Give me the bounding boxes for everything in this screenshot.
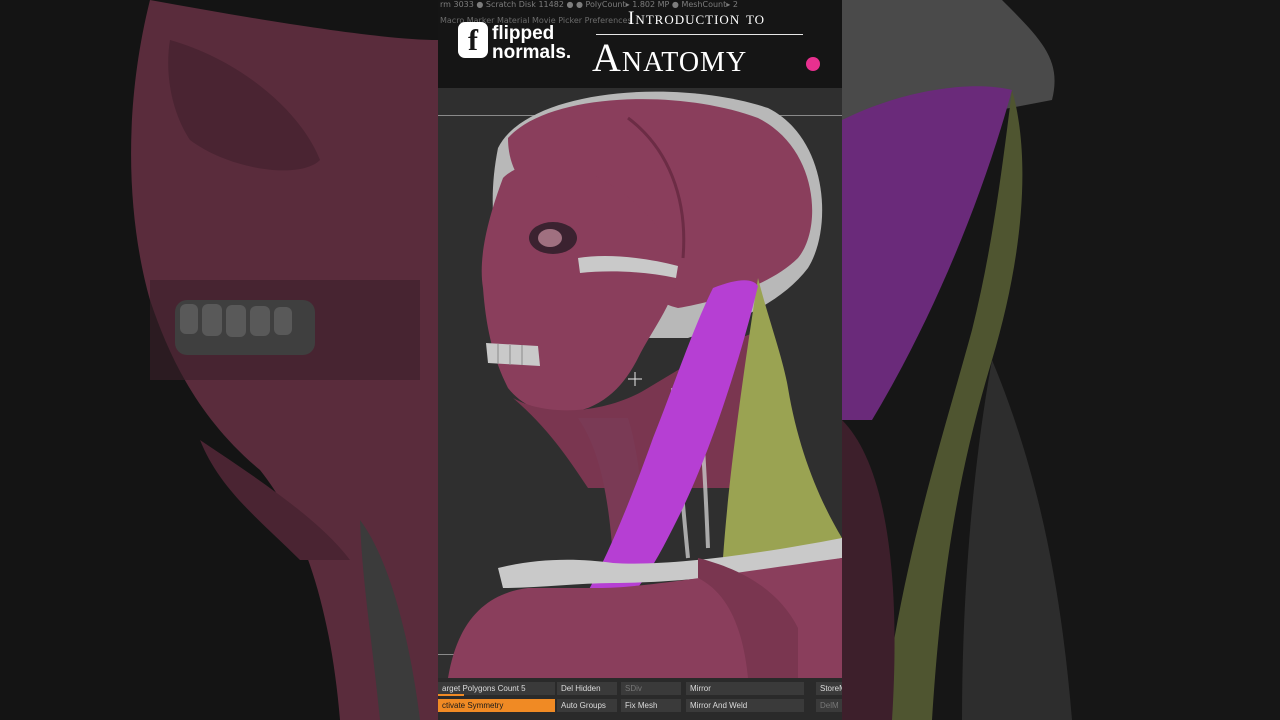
- sdiv-slider[interactable]: SDiv: [621, 682, 681, 695]
- flipped-normals-logo-icon: f: [458, 22, 488, 58]
- cursor-crosshair-icon: [628, 372, 642, 386]
- auto-groups-button[interactable]: Auto Groups: [557, 699, 617, 712]
- zbrush-viewport-window: rm 3033 ● Scratch Disk 11482 ● ● PolyCou…: [438, 0, 842, 720]
- 3d-viewport[interactable]: [438, 88, 842, 678]
- anatomy-model: [448, 91, 842, 678]
- mirror-and-weld-button[interactable]: Mirror And Weld: [686, 699, 804, 712]
- del-morph-button[interactable]: DelM: [816, 699, 842, 712]
- fix-mesh-button[interactable]: Fix Mesh: [621, 699, 681, 712]
- top-header-bar: rm 3033 ● Scratch Disk 11482 ● ● PolyCou…: [438, 0, 842, 88]
- left-background-art: [0, 0, 438, 720]
- right-background-blur: [842, 0, 1280, 720]
- logo-letter: f: [468, 24, 478, 57]
- course-title-line-1: Introduction to: [628, 8, 766, 29]
- logo-line-2: normals.: [492, 42, 572, 63]
- accent-dot: [806, 57, 820, 71]
- course-title-line-2: Anatomy: [592, 35, 748, 80]
- bottom-tool-panel: arget Polygons Count 5 Del Hidden SDiv M…: [438, 678, 842, 720]
- right-background-art: [842, 0, 1280, 720]
- left-background-blur: [0, 0, 438, 720]
- mirror-button[interactable]: Mirror: [686, 682, 804, 695]
- store-morph-button[interactable]: StoreM: [816, 682, 842, 695]
- flipped-normals-wordmark: flipped normals.: [492, 24, 571, 62]
- teeth: [486, 343, 540, 366]
- eye: [538, 229, 562, 247]
- target-polygons-fill: [438, 694, 464, 696]
- logo-line-1: flipped: [492, 23, 555, 44]
- del-hidden-button[interactable]: Del Hidden: [557, 682, 617, 695]
- activate-symmetry-button[interactable]: ctivate Symmetry: [438, 699, 555, 712]
